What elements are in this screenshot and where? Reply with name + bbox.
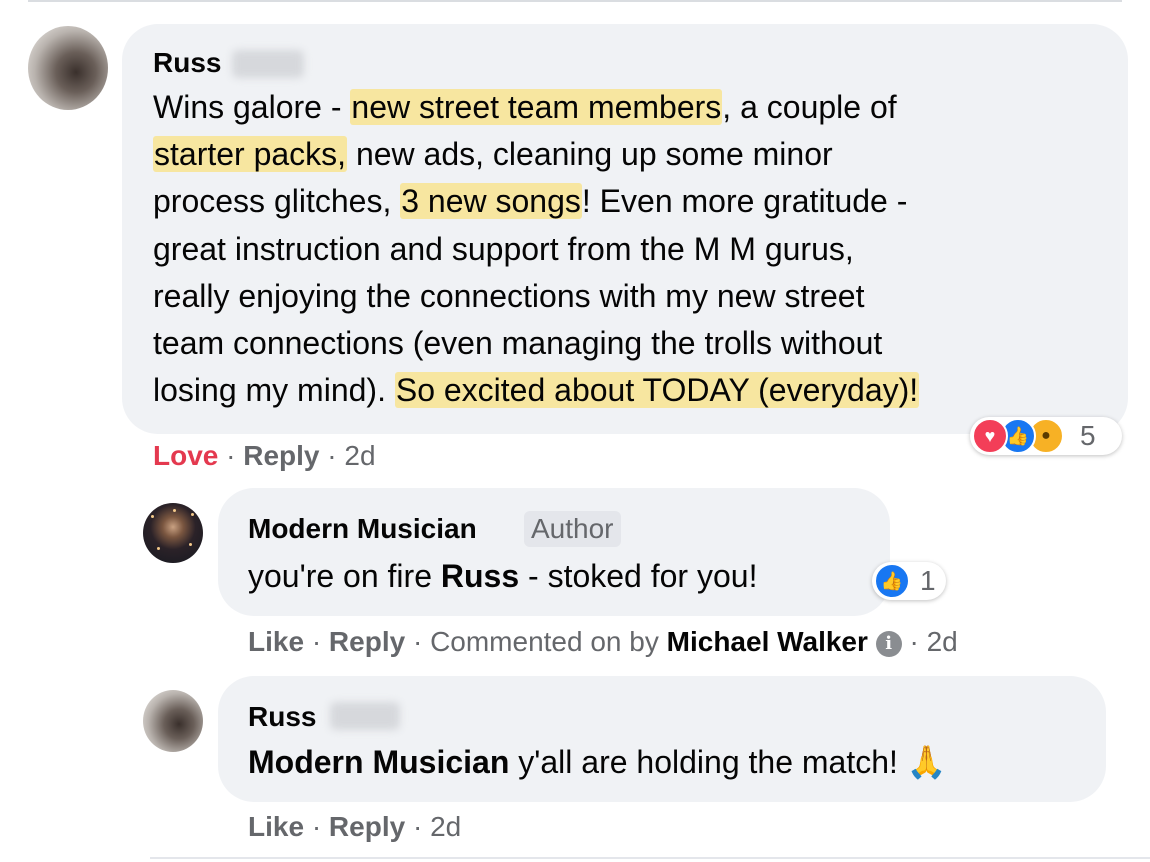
- reaction-count: 5: [1080, 420, 1096, 451]
- avatar[interactable]: [143, 690, 203, 752]
- comment-author-name[interactable]: Russ: [153, 46, 221, 80]
- comment-author-name[interactable]: Modern Musician: [248, 512, 477, 546]
- love-button[interactable]: Love: [153, 440, 218, 471]
- commented-on-label: Commented on by: [430, 626, 659, 657]
- text-segment: Wins galore -: [153, 89, 351, 125]
- avatar[interactable]: [28, 26, 108, 110]
- reply-button[interactable]: Reply: [329, 626, 405, 657]
- folded-hands-icon: 🙏: [906, 744, 947, 780]
- comment-text: Modern Musician y'all are holding the ma…: [248, 744, 947, 780]
- comment-timestamp[interactable]: 2d: [430, 811, 461, 842]
- like-button[interactable]: Like: [248, 811, 304, 842]
- love-reaction-icon: ♥: [972, 418, 1008, 454]
- text-segment: team connections (even managing the trol…: [153, 325, 883, 362]
- comment-timestamp[interactable]: 2d: [927, 626, 958, 657]
- comment-text-line: really enjoying the connections with my …: [153, 273, 1113, 320]
- comment-actions: Like · Reply · Commented on by Michael W…: [248, 626, 958, 658]
- separator: ·: [226, 440, 236, 471]
- separator: ·: [412, 626, 423, 657]
- blurred-last-name: [330, 702, 400, 730]
- comment-actions: Like · Reply · 2d: [248, 811, 461, 843]
- text-segment: ! Even more gratitude -: [581, 183, 908, 220]
- mentioned-page[interactable]: Modern Musician: [248, 744, 509, 780]
- avatar[interactable]: [143, 503, 203, 563]
- commenter-name[interactable]: Michael Walker: [667, 626, 868, 657]
- reaction-count: 1: [920, 565, 936, 596]
- comment-text: you're on fire Russ - stoked for you!: [248, 558, 758, 594]
- separator: ·: [412, 811, 423, 842]
- bottom-divider: [150, 857, 1150, 859]
- separator: ·: [327, 440, 337, 471]
- highlighted-text: 3 new songs: [400, 183, 582, 220]
- highlighted-text: So excited about TODAY (everyday)!: [394, 372, 920, 409]
- text-segment: great instruction and support from the M…: [153, 230, 854, 267]
- comment-timestamp[interactable]: 2d: [344, 440, 375, 471]
- comment-text: Wins galore - new street team members, a…: [153, 84, 1113, 414]
- comment-actions: Love · Reply · 2d: [153, 440, 376, 472]
- text-segment: really enjoying the connections with my …: [153, 277, 865, 314]
- text-segment: losing my mind).: [153, 372, 395, 409]
- like-reaction-icon: 👍: [874, 563, 910, 599]
- separator: ·: [311, 811, 322, 842]
- blurred-last-name: [232, 50, 304, 78]
- comment-text-line: starter packs, new ads, cleaning up some…: [153, 131, 1113, 178]
- comment-author-name[interactable]: Russ: [248, 700, 316, 734]
- info-icon[interactable]: i: [875, 631, 902, 657]
- comment-text-line: great instruction and support from the M…: [153, 226, 1113, 273]
- separator: ·: [311, 626, 322, 657]
- reply-button[interactable]: Reply: [329, 811, 405, 842]
- comment-text-line: Wins galore - new street team members, a…: [153, 84, 1113, 131]
- author-badge: Author: [524, 511, 621, 547]
- highlighted-text: starter packs,: [153, 136, 348, 173]
- comment-text-line: team connections (even managing the trol…: [153, 320, 1113, 367]
- highlighted-text: new street team members: [350, 89, 723, 125]
- text-segment: new ads, cleaning up some minor: [347, 136, 833, 173]
- separator: ·: [909, 626, 919, 657]
- top-divider: [28, 0, 1122, 2]
- reply-button[interactable]: Reply: [243, 440, 319, 471]
- comment-text-line: losing my mind). So excited about TODAY …: [153, 367, 1113, 414]
- mentioned-name[interactable]: Russ: [441, 558, 519, 594]
- text-segment: process glitches,: [153, 183, 401, 220]
- comment-text-line: process glitches, 3 new songs! Even more…: [153, 178, 1113, 225]
- reaction-summary[interactable]: ♥ 👍 ● 5: [970, 417, 1122, 455]
- like-button[interactable]: Like: [248, 626, 304, 657]
- reaction-summary[interactable]: 👍 1: [872, 562, 946, 600]
- text-segment: , a couple of: [722, 89, 897, 125]
